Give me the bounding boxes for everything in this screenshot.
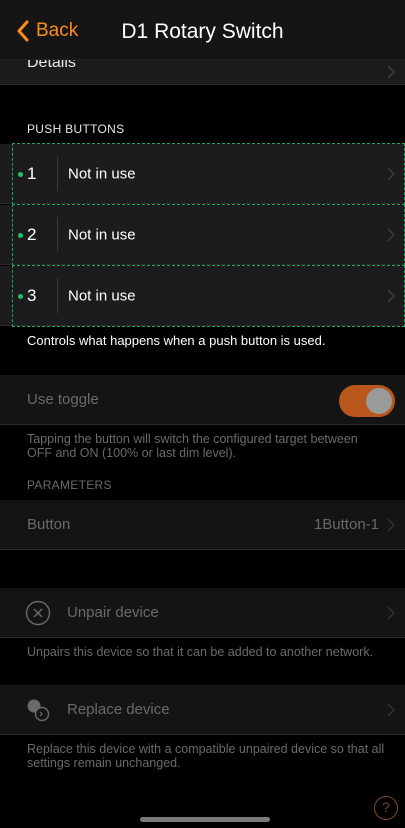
home-indicator	[140, 817, 270, 822]
unpair-icon	[25, 600, 51, 626]
screen: Back D1 Rotary Switch Details PUSH BUTTO…	[0, 0, 405, 828]
chevron-right-icon	[387, 605, 395, 620]
toggle-knob	[366, 388, 392, 414]
chevron-right-icon	[387, 702, 395, 717]
unpair-device-row[interactable]: Unpair device	[0, 588, 405, 638]
highlight-frame	[12, 265, 405, 327]
use-toggle-row: Use toggle	[0, 375, 405, 425]
push-buttons-footer: Controls what happens when a push button…	[27, 333, 326, 348]
details-label: Details	[27, 60, 76, 71]
replace-device-row[interactable]: Replace device	[0, 685, 405, 735]
details-row[interactable]: Details	[0, 60, 405, 85]
replace-note: Replace this device with a compatible un…	[27, 742, 385, 770]
chevron-right-icon	[387, 517, 395, 532]
help-button[interactable]: ?	[374, 796, 398, 820]
use-toggle-note: Tapping the button will switch the confi…	[27, 432, 358, 460]
highlight-frame	[12, 204, 405, 266]
unpair-note: Unpairs this device so that it can be ad…	[27, 645, 374, 659]
navigation-bar: Back D1 Rotary Switch	[0, 0, 405, 60]
button-parameter-value: 1Button-1	[313, 516, 379, 533]
unpair-device-label: Unpair device	[67, 604, 159, 621]
replace-device-label: Replace device	[67, 701, 170, 718]
chevron-right-icon	[387, 65, 395, 79]
use-toggle-switch[interactable]	[339, 385, 395, 417]
use-toggle-label: Use toggle	[27, 391, 99, 408]
button-parameter-label: Button	[27, 516, 71, 533]
highlight-frame	[12, 143, 405, 205]
push-buttons-header: PUSH BUTTONS	[27, 122, 125, 136]
button-parameter-row[interactable]: Button 1Button-1	[0, 500, 405, 550]
page-title: D1 Rotary Switch	[121, 20, 284, 43]
replace-device-icon	[27, 699, 50, 722]
parameters-header: PARAMETERS	[27, 478, 112, 492]
